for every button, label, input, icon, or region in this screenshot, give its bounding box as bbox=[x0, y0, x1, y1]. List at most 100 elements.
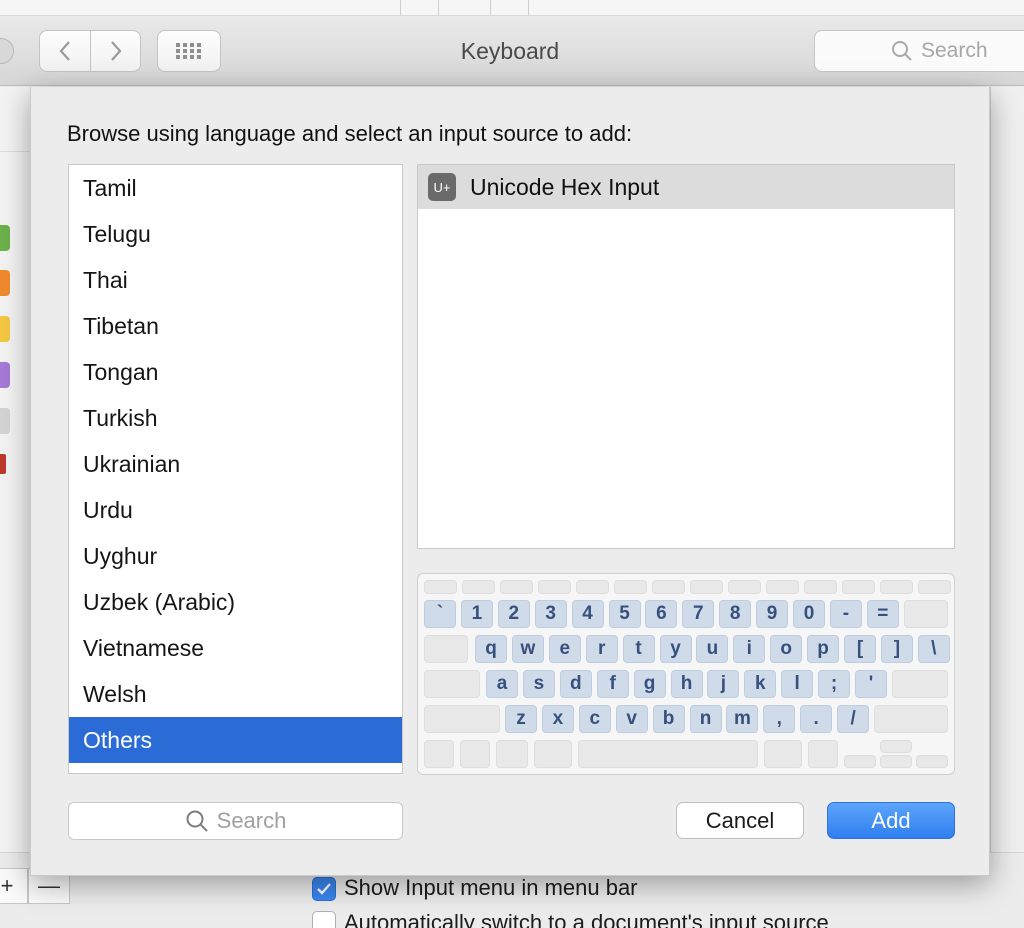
keyboard-key-blank bbox=[614, 580, 647, 594]
keyboard-key: d bbox=[559, 670, 592, 698]
background-sidebar bbox=[0, 87, 30, 928]
language-item[interactable]: Turkish bbox=[69, 395, 402, 441]
keyboard-key: ; bbox=[818, 670, 851, 698]
keyboard-preview: ` 1 2 3 4 5 6 7 8 9 0- = q w e r t y u i o p[] \ a s d f g h j k l; ' z x c… bbox=[417, 573, 955, 775]
language-item[interactable]: Vietnamese bbox=[69, 625, 402, 671]
keyboard-key-blank bbox=[842, 580, 875, 594]
keyboard-key: 8 bbox=[719, 600, 752, 628]
input-source-label: Unicode Hex Input bbox=[470, 173, 660, 200]
keyboard-key: g bbox=[633, 670, 666, 698]
language-item[interactable]: Others bbox=[69, 717, 402, 763]
keyboard-key-blank bbox=[424, 580, 457, 594]
language-item[interactable]: Tongan bbox=[69, 349, 402, 395]
keyboard-key: - bbox=[829, 600, 862, 628]
arrow-key bbox=[844, 755, 876, 768]
show-input-menu-label: Show Input menu in menu bar bbox=[344, 875, 638, 900]
keyboard-key: u bbox=[696, 635, 729, 663]
keyboard-key: v bbox=[615, 705, 648, 733]
keyboard-key: 3 bbox=[534, 600, 567, 628]
grid-icon bbox=[175, 42, 203, 60]
keyboard-key-blank bbox=[652, 580, 685, 594]
add-input-source-sheet: Browse using language and select an inpu… bbox=[30, 87, 990, 876]
keyboard-key: e bbox=[548, 635, 581, 663]
language-search-placeholder: Search bbox=[216, 808, 287, 833]
keyboard-key: i bbox=[733, 635, 766, 663]
keyboard-key: c bbox=[578, 705, 611, 733]
keyboard-key: o bbox=[770, 635, 803, 663]
keyboard-key: x bbox=[541, 705, 574, 733]
input-source-icon bbox=[0, 362, 10, 388]
keyboard-key-blank bbox=[534, 740, 572, 768]
keyboard-key: y bbox=[659, 635, 692, 663]
language-item[interactable]: Telugu bbox=[69, 211, 402, 257]
keyboard-key: \ bbox=[917, 635, 950, 663]
language-list[interactable]: Tamil Telugu Thai Tibetan Tongan Turkish Ukrai… bbox=[68, 164, 403, 774]
keyboard-key: 4 bbox=[571, 600, 604, 628]
divider bbox=[528, 0, 529, 16]
back-button[interactable] bbox=[39, 30, 91, 72]
window-title: Keyboard bbox=[460, 38, 560, 64]
add-button[interactable]: Add bbox=[827, 802, 955, 839]
add-source-button[interactable]: + bbox=[0, 868, 28, 904]
keyboard-key: l bbox=[781, 670, 814, 698]
keyboard-key-blank bbox=[766, 580, 799, 594]
keyboard-key-blank bbox=[538, 580, 571, 594]
input-source-row[interactable]: U+ Unicode Hex Input bbox=[418, 165, 954, 209]
divider bbox=[0, 151, 30, 152]
keyboard-key: . bbox=[800, 705, 833, 733]
keyboard-key: t bbox=[622, 635, 655, 663]
keyboard-key-blank bbox=[424, 740, 454, 768]
toolbar-search-field[interactable]: Search bbox=[814, 30, 1024, 72]
language-item[interactable]: Thai bbox=[69, 257, 402, 303]
keyboard-key-blank bbox=[578, 740, 758, 768]
keyboard-key-blank bbox=[880, 580, 913, 594]
keyboard-key-blank bbox=[728, 580, 761, 594]
keyboard-key: [ bbox=[844, 635, 876, 663]
language-item[interactable]: Ukrainian bbox=[69, 441, 402, 487]
language-search-field[interactable]: Search bbox=[68, 802, 403, 840]
chevron-left-icon bbox=[57, 39, 73, 63]
sheet-prompt: Browse using language and select an inpu… bbox=[67, 121, 633, 146]
keyboard-key-blank bbox=[424, 635, 468, 663]
keyboard-key-blank bbox=[424, 670, 480, 698]
show-input-menu-checkbox[interactable] bbox=[312, 877, 336, 901]
keyboard-key-blank bbox=[874, 705, 948, 733]
keyboard-key-blank bbox=[804, 580, 837, 594]
language-item[interactable]: Tibetan bbox=[69, 303, 402, 349]
language-item[interactable]: Uyghur bbox=[69, 533, 402, 579]
keyboard-key: 0 bbox=[793, 600, 825, 628]
input-source-icon bbox=[0, 270, 10, 296]
forward-button[interactable] bbox=[90, 30, 141, 72]
keyboard-key: n bbox=[689, 705, 722, 733]
minus-label: — bbox=[38, 873, 60, 898]
keyboard-key: p bbox=[807, 635, 840, 663]
cancel-button[interactable]: Cancel bbox=[676, 802, 804, 839]
input-source-list[interactable]: U+ Unicode Hex Input bbox=[417, 164, 955, 549]
keyboard-key: a bbox=[486, 670, 518, 698]
background-content-edge bbox=[990, 87, 1024, 928]
keyboard-key: ' bbox=[855, 670, 887, 698]
auto-switch-checkbox[interactable] bbox=[312, 911, 336, 928]
flag-icon bbox=[0, 454, 6, 474]
language-item[interactable]: Urdu bbox=[69, 487, 402, 533]
divider bbox=[490, 0, 491, 16]
toolbar-search-placeholder: Search bbox=[921, 39, 988, 62]
keyboard-key-blank bbox=[808, 740, 838, 768]
arrow-key bbox=[880, 755, 912, 768]
background-window-top bbox=[0, 0, 1024, 16]
divider bbox=[400, 0, 401, 16]
language-item[interactable]: Uzbek (Arabic) bbox=[69, 579, 402, 625]
arrow-key bbox=[880, 740, 912, 753]
keyboard-key: q bbox=[475, 635, 507, 663]
show-all-button[interactable] bbox=[157, 30, 221, 72]
language-item[interactable]: Tamil bbox=[69, 165, 402, 211]
keyboard-key: z bbox=[505, 705, 537, 733]
input-source-icon bbox=[0, 225, 10, 251]
keyboard-key: 1 bbox=[460, 600, 493, 628]
keyboard-key-blank bbox=[576, 580, 609, 594]
checkmark-icon bbox=[316, 882, 332, 896]
keyboard-key: = bbox=[866, 600, 899, 628]
keyboard-key: j bbox=[707, 670, 740, 698]
language-item[interactable]: Welsh bbox=[69, 671, 402, 717]
keyboard-key-blank bbox=[891, 670, 948, 698]
